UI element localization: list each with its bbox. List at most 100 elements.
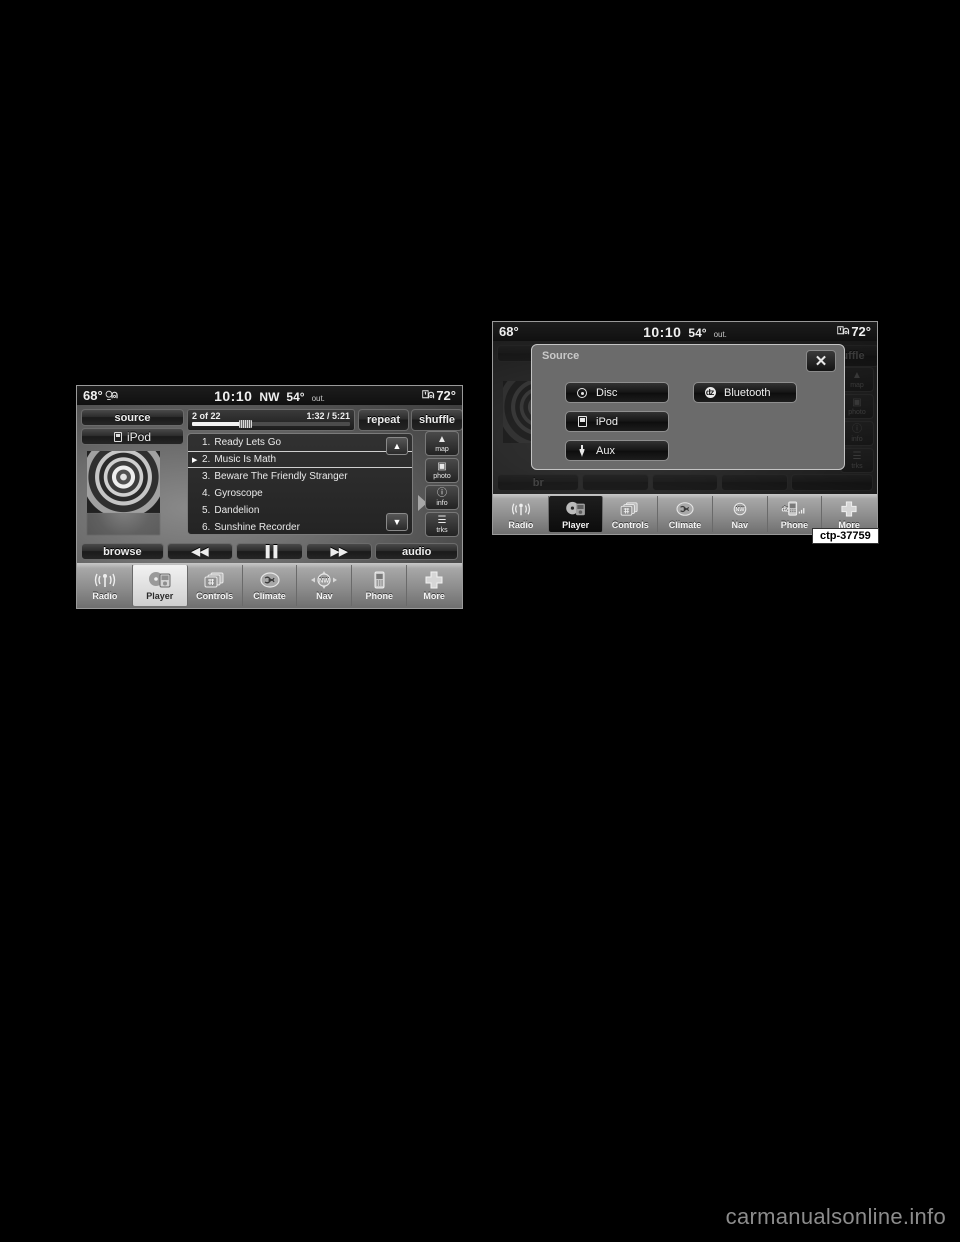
track-list[interactable]: 1. Ready Lets Go 2. Music Is Math 3. Bew…: [187, 433, 413, 535]
nav-item-phone[interactable]: Phone: [352, 565, 408, 606]
media-player-icon: [564, 499, 588, 519]
list-item[interactable]: 1. Ready Lets Go: [188, 434, 412, 451]
nav-item-more[interactable]: More: [822, 496, 876, 532]
source-option-aux[interactable]: Aux: [565, 440, 669, 461]
site-watermark: carmanualsonline.info: [725, 1204, 946, 1229]
track-time: 1:32 / 5:21: [306, 411, 350, 421]
climate-fan-icon: [257, 570, 283, 590]
shuffle-button[interactable]: shuffle: [411, 409, 462, 431]
nav-item-player[interactable]: Player: [548, 496, 604, 532]
outside-temp: 54°: [688, 325, 707, 340]
photo-button[interactable]: ▣ photo: [425, 458, 459, 483]
controls-icon: [202, 570, 228, 590]
source-option-disc[interactable]: Disc: [565, 382, 669, 403]
list-item[interactable]: 5. Dandelion: [188, 502, 412, 519]
track-number: 5.: [202, 505, 211, 516]
photo-icon: ▣: [437, 460, 447, 472]
dialog-title: Source: [542, 350, 580, 362]
bottom-navigation-bar: Radio Player Controls: [77, 563, 462, 608]
close-icon[interactable]: ✕: [806, 350, 836, 372]
media-player-icon: [147, 570, 173, 590]
source-option-ipod[interactable]: iPod: [565, 411, 669, 432]
source-option-bluetooth[interactable]: ʣ Bluetooth: [693, 382, 797, 403]
driver-temp: 68°: [499, 324, 519, 339]
source-option-label: Disc: [596, 386, 618, 399]
nav-item-controls[interactable]: Controls: [603, 496, 659, 532]
driver-temp: 68°: [83, 388, 103, 403]
tracks-list-icon: ☰: [437, 514, 447, 526]
source-options-left-column: Disc iPod Aux: [565, 382, 669, 461]
transport-controls: browse ◀◀ ▐▐ ▶▶ audio: [81, 543, 459, 560]
repeat-button[interactable]: repeat: [358, 409, 409, 431]
nav-label: Phone: [365, 591, 393, 601]
source-option-label: Bluetooth: [724, 386, 771, 399]
heated-steering-icon: ⍞⍝: [422, 389, 434, 401]
progress-track[interactable]: [192, 420, 350, 428]
wind-direction: NW: [259, 389, 280, 404]
outside-temp-label: out.: [713, 329, 727, 339]
clock: 10:10: [643, 323, 682, 340]
nav-item-nav[interactable]: NW Nav: [297, 565, 353, 606]
nav-label: Climate: [668, 519, 702, 530]
phone-bluetooth-icon: ʣ: [779, 499, 809, 519]
side-button-column: ▲ map ▣ photo ⓘ info ☰ trks: [425, 431, 459, 537]
nav-item-phone[interactable]: ʣ Phone: [768, 496, 823, 532]
nav-item-controls[interactable]: Controls: [188, 565, 243, 606]
ipod-icon: [576, 416, 588, 427]
list-item[interactable]: 4. Gyroscope: [188, 485, 412, 502]
next-track-button[interactable]: ▶▶: [305, 543, 373, 560]
source-options-right-column: ʣ Bluetooth: [693, 382, 797, 461]
list-item[interactable]: 2. Music Is Math: [188, 451, 412, 468]
svg-text:NW: NW: [735, 507, 745, 513]
list-item[interactable]: 3. Beware The Friendly Stranger: [188, 468, 412, 485]
climate-fan-icon: [673, 499, 697, 519]
track-number: 3.: [202, 471, 211, 482]
nav-item-climate[interactable]: Climate: [243, 565, 298, 606]
status-bar: 68° ⍜⍝ 10:10 NW 54° out. ⍞⍝ 72°: [77, 386, 462, 405]
current-source-label: iPod: [126, 429, 152, 444]
source-button[interactable]: source: [81, 409, 184, 426]
info-icon: ⓘ: [437, 487, 447, 499]
scroll-down-button[interactable]: ▼: [386, 513, 408, 531]
tracks-button[interactable]: ☰ trks: [425, 512, 459, 537]
aux-plug-icon: [576, 444, 588, 457]
track-number: 1.: [202, 437, 211, 448]
progress-knob[interactable]: [239, 420, 253, 428]
source-options-grid: Disc iPod Aux ʣ Bluetooth: [565, 382, 824, 461]
track-number: 6.: [202, 522, 211, 533]
source-option-label: Aux: [596, 444, 615, 457]
heated-steering-icon: ⍞⍝: [837, 325, 849, 337]
nav-item-player[interactable]: Player: [132, 565, 188, 606]
scroll-up-button[interactable]: ▲: [386, 437, 408, 455]
pause-button[interactable]: ▐▐: [236, 543, 303, 560]
audio-button[interactable]: audio: [375, 543, 459, 560]
disc-icon: [576, 387, 588, 398]
nav-item-radio[interactable]: Radio: [78, 565, 133, 606]
nav-item-climate[interactable]: Climate: [658, 496, 713, 532]
nav-item-more[interactable]: More: [407, 565, 461, 606]
outside-temp: 54°: [286, 389, 305, 404]
nav-label: Nav: [731, 519, 748, 530]
figure-left-radio-unit: 68° ⍜⍝ 10:10 NW 54° out. ⍞⍝ 72° source i…: [76, 385, 463, 609]
map-button[interactable]: ▲ map: [425, 431, 459, 456]
nav-label: Controls: [196, 591, 234, 601]
browse-button[interactable]: browse: [81, 543, 164, 560]
list-item[interactable]: 6. Sunshine Recorder: [188, 519, 412, 534]
previous-track-button[interactable]: ◀◀: [166, 543, 234, 560]
nav-item-nav[interactable]: NW Nav: [713, 496, 768, 532]
progress-fill: [192, 422, 243, 426]
source-option-label: iPod: [596, 415, 619, 428]
track-title: Beware The Friendly Stranger: [214, 471, 348, 482]
status-bar: 68° 10:10 54° out. ⍞⍝ 72°: [493, 322, 877, 341]
ipod-icon: [113, 431, 122, 442]
previous-icon: ◀◀: [191, 546, 209, 558]
track-title: Dandelion: [214, 505, 260, 516]
track-number: 2.: [202, 454, 211, 465]
track-number: 4.: [202, 488, 211, 499]
info-label: info: [436, 499, 448, 507]
current-source-indicator[interactable]: iPod: [81, 428, 184, 445]
nav-item-radio[interactable]: Radio: [494, 496, 549, 532]
info-button[interactable]: ⓘ info: [425, 485, 459, 510]
manual-page: 68° ⍜⍝ 10:10 NW 54° out. ⍞⍝ 72° source i…: [0, 0, 960, 1242]
nav-label: Climate: [253, 591, 286, 601]
